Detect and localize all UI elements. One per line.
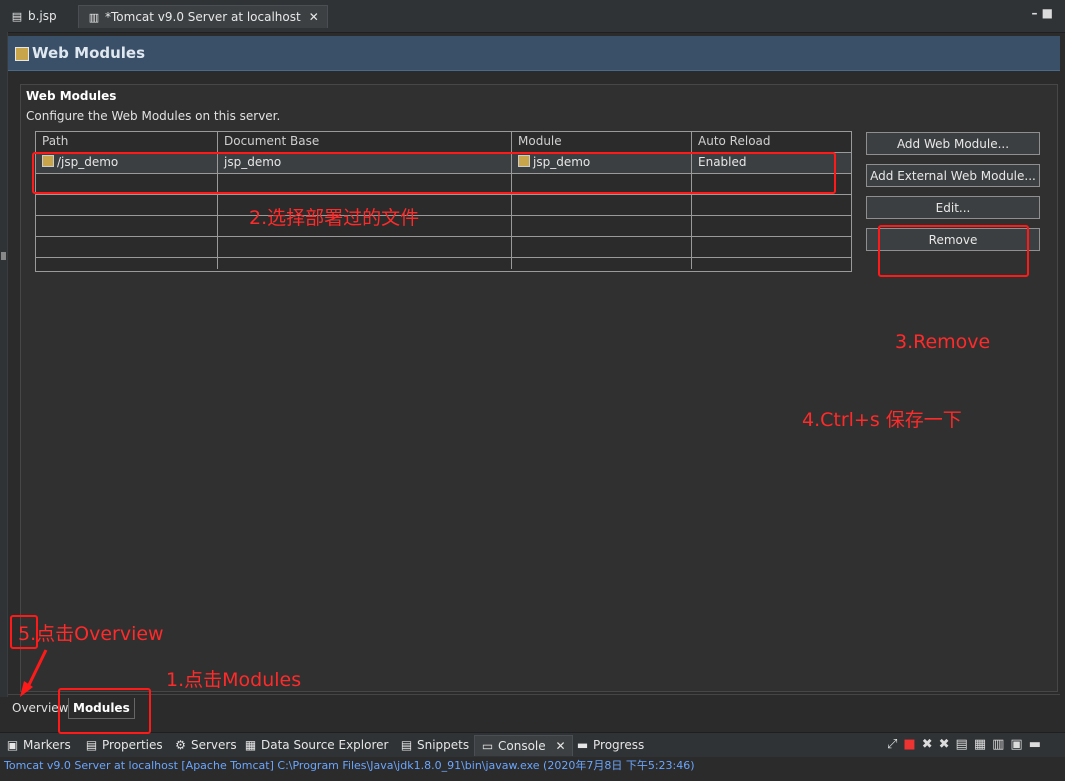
word-wrap-icon[interactable]: ▦: [974, 737, 992, 752]
display-console-icon[interactable]: ▥: [992, 737, 1010, 752]
annotation-box-remove: [878, 225, 1029, 277]
servers-icon: ⚙: [175, 738, 186, 752]
page-header: Web Modules: [8, 36, 1060, 71]
view-snippets[interactable]: ▤ Snippets: [400, 735, 469, 755]
annotation-step5: 5.点击Overview: [18, 623, 164, 645]
markers-icon: ▣: [6, 738, 19, 752]
pin-icon[interactable]: ⤢: [887, 737, 903, 752]
open-console-icon[interactable]: ▣: [1010, 737, 1028, 752]
console-toolbar[interactable]: ⤢■✖✖▤▦▥▣▬: [887, 737, 1047, 752]
page-title: Web Modules: [32, 44, 146, 62]
jsp-file-icon: ▤: [11, 10, 23, 23]
view-data-source-explorer[interactable]: ▦ Data Source Explorer: [244, 735, 389, 755]
web-modules-icon: [15, 47, 29, 61]
console-icon: ▭: [481, 739, 494, 753]
editor-tab-bar: ▤ b.jsp ▥ *Tomcat v9.0 Server at localhost…: [0, 0, 1065, 33]
progress-icon: ▬: [576, 738, 589, 752]
remove-launch-icon[interactable]: ✖: [922, 737, 939, 752]
view-console[interactable]: ▭ Console ✕: [474, 735, 573, 756]
view-properties[interactable]: ▤ Properties: [85, 735, 163, 755]
data-source-icon: ▦: [244, 738, 257, 752]
annotation-box-table-row: [32, 152, 836, 194]
terminate-icon[interactable]: ■: [903, 737, 921, 752]
scroll-lock-icon[interactable]: ▤: [956, 737, 974, 752]
close-icon[interactable]: ✕: [555, 739, 565, 753]
views-tab-bar: ▣ Markers ▤ Properties ⚙ Servers ▦ Data Sour…: [0, 732, 1065, 757]
table-row-empty[interactable]: [36, 195, 851, 216]
view-progress[interactable]: ▬ Progress: [576, 735, 644, 755]
table-row-empty[interactable]: [36, 216, 851, 237]
view-servers[interactable]: ⚙ Servers: [174, 735, 237, 755]
annotation-arrow: [20, 649, 48, 697]
remove-all-icon[interactable]: ✖: [939, 737, 956, 752]
add-external-web-module-button[interactable]: Add External Web Module...: [866, 164, 1040, 187]
edit-button[interactable]: Edit...: [866, 196, 1040, 219]
annotation-step2: 2.选择部署过的文件: [249, 207, 420, 229]
editor-page-tabs: Overview Modules: [8, 694, 1060, 721]
add-web-module-button[interactable]: Add Web Module...: [866, 132, 1040, 155]
table-row-empty[interactable]: [36, 237, 851, 258]
annotation-step3: 3.Remove: [895, 331, 991, 353]
properties-icon: ▤: [85, 738, 98, 752]
window-controls[interactable]: – ■: [1031, 6, 1053, 20]
close-icon[interactable]: ✕: [309, 10, 319, 24]
col-auto-reload[interactable]: Auto Reload: [692, 132, 851, 152]
console-status: Tomcat v9.0 Server at localhost [Apache …: [0, 757, 1065, 775]
left-gutter: [0, 32, 8, 697]
col-document-base[interactable]: Document Base: [218, 132, 512, 152]
gutter-marker: [1, 252, 6, 260]
col-path[interactable]: Path: [36, 132, 218, 152]
table-header: Path Document Base Module Auto Reload: [36, 132, 851, 153]
annotation-step1: 1.点击Modules: [166, 669, 302, 691]
section-title: Web Modules: [26, 89, 117, 103]
annotation-box-modules-tab: [58, 688, 151, 734]
minimize-icon[interactable]: ▬: [1029, 737, 1047, 752]
col-module[interactable]: Module: [512, 132, 692, 152]
server-config-icon: ▥: [88, 11, 100, 24]
server-editor: Web Modules Web Modules Configure the We…: [8, 36, 1060, 721]
section-description: Configure the Web Modules on this server…: [26, 109, 281, 123]
table-row-empty[interactable]: [36, 258, 851, 269]
tab-b-jsp[interactable]: ▤ b.jsp: [2, 5, 65, 27]
annotation-step4: 4.Ctrl+s 保存一下: [802, 409, 962, 431]
tab-tomcat-server[interactable]: ▥ *Tomcat v9.0 Server at localhost ✕: [78, 5, 328, 28]
view-markers[interactable]: ▣ Markers: [6, 735, 71, 755]
snippets-icon: ▤: [400, 738, 413, 752]
